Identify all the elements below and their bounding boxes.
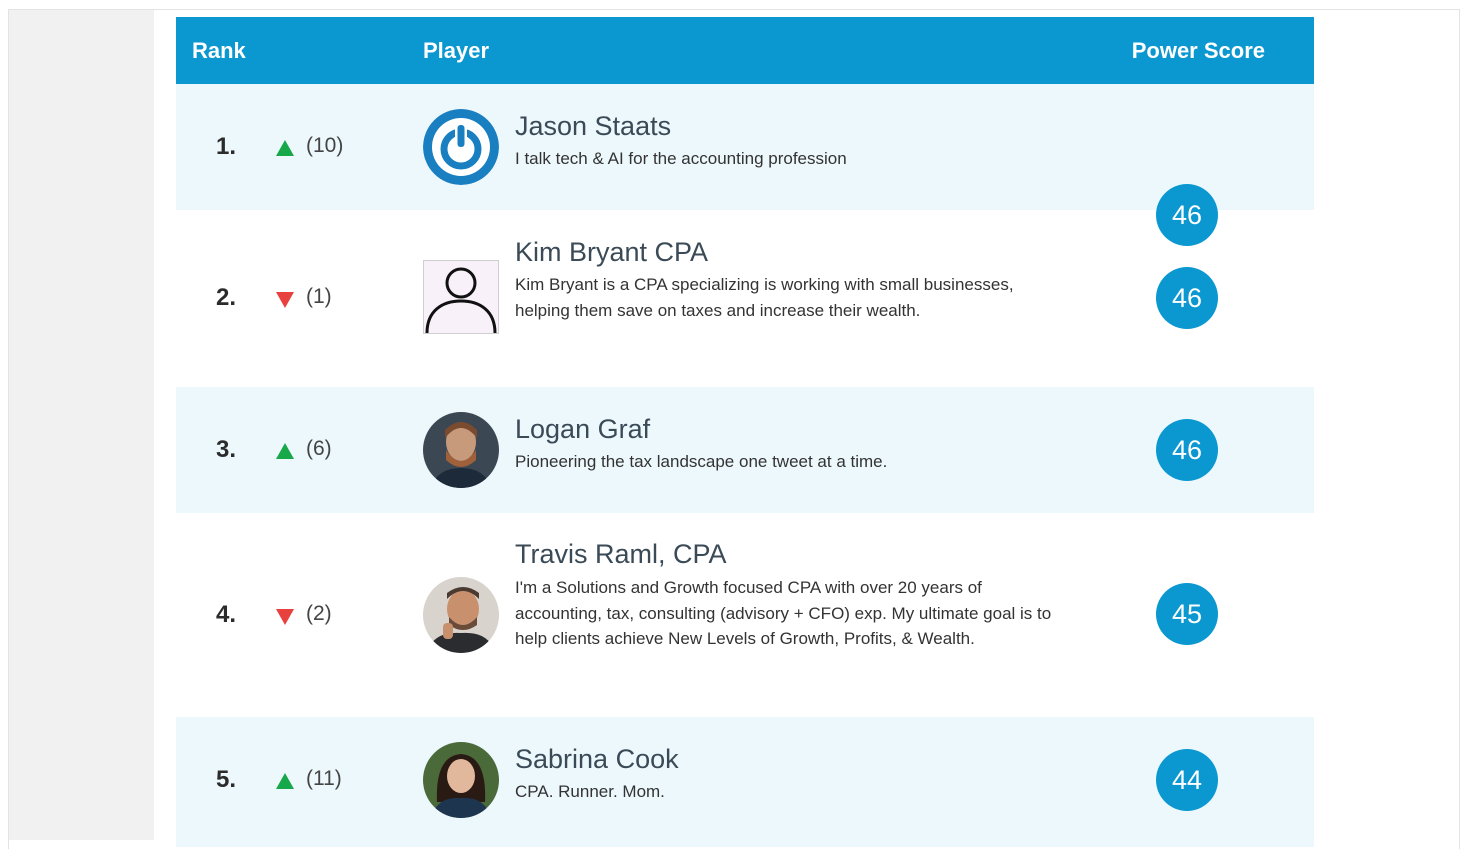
table-row: 2. (1) Kim Bryant CPA Kim Bryant is a CP…	[176, 210, 1314, 387]
trend-down-icon	[276, 609, 294, 625]
rank-number: 3.	[216, 436, 237, 463]
rank-change: (11)	[306, 767, 342, 790]
photo-avatar[interactable]	[423, 577, 499, 653]
table-row: 1. (10) Jason Staats I talk tech & AI fo…	[176, 84, 1314, 246]
leaderboard-table: Rank Player Power Score 1. (10) Jason St…	[176, 17, 1314, 847]
rank-number: 1.	[216, 133, 237, 160]
player-bio: I talk tech & AI for the accounting prof…	[515, 149, 847, 168]
player-name[interactable]: Travis Raml, CPA	[515, 539, 727, 570]
photo-avatar[interactable]	[423, 742, 499, 818]
player-name[interactable]: Kim Bryant CPA	[515, 237, 708, 268]
rank-change: (6)	[306, 437, 332, 460]
power-score-badge: 44	[1156, 749, 1218, 811]
power-score-column-header[interactable]: Power Score	[1132, 38, 1265, 64]
player-column-header[interactable]: Player	[423, 38, 489, 64]
rank-change: (2)	[306, 602, 332, 625]
player-bio: CPA. Runner. Mom.	[515, 782, 665, 801]
player-bio: Pioneering the tax landscape one tweet a…	[515, 452, 888, 471]
rank-change: (10)	[306, 134, 344, 157]
rank-number: 2.	[216, 284, 237, 311]
power-score-badge: 45	[1156, 583, 1218, 645]
player-name[interactable]: Logan Graf	[515, 414, 650, 445]
photo-avatar[interactable]	[423, 412, 499, 488]
trend-up-icon	[276, 443, 294, 459]
table-header: Rank Player Power Score	[176, 17, 1314, 84]
trend-up-icon	[276, 773, 294, 789]
power-score-badge: 46	[1156, 267, 1218, 329]
table-row: 5. (11) Sabrina Cook CPA. Runner. Mom. 4…	[176, 717, 1314, 847]
player-name[interactable]: Jason Staats	[515, 111, 671, 142]
trend-down-icon	[276, 292, 294, 308]
trend-up-icon	[276, 140, 294, 156]
table-row: 4. (2) Travis Raml, CPA I'm a Solutions …	[176, 513, 1314, 717]
rank-number: 5.	[216, 766, 237, 793]
default-person-avatar[interactable]	[423, 260, 499, 334]
player-bio: Kim Bryant is a CPA specializing is work…	[515, 275, 1014, 320]
power-score-badge: 46	[1156, 419, 1218, 481]
left-side-panel	[9, 10, 154, 840]
rank-change: (1)	[306, 285, 332, 308]
table-row: 3. (6) Logan Graf Pioneering the tax lan…	[176, 387, 1314, 513]
rank-number: 4.	[216, 601, 237, 628]
power-logo-avatar[interactable]	[423, 109, 499, 185]
player-bio: I'm a Solutions and Growth focused CPA w…	[515, 578, 1052, 648]
player-name[interactable]: Sabrina Cook	[515, 744, 679, 775]
rank-column-header[interactable]: Rank	[192, 38, 246, 64]
